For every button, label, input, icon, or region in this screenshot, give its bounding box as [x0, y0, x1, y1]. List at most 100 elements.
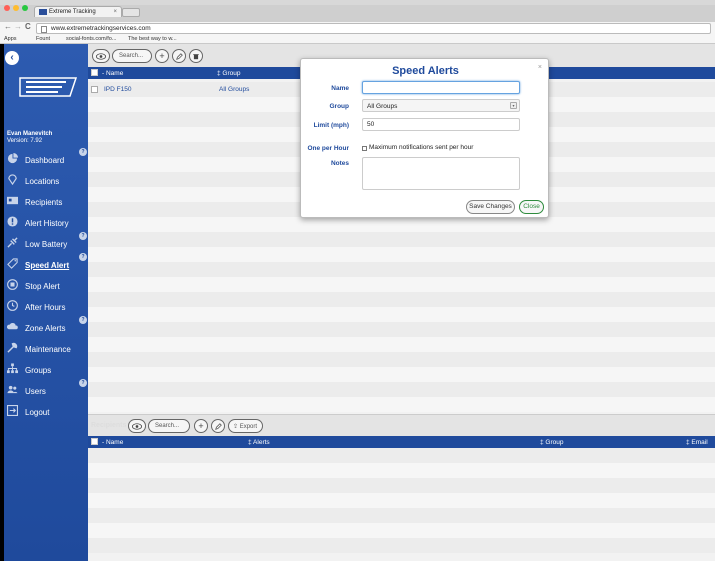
- export-button[interactable]: ⇪ Export: [228, 419, 263, 433]
- view-toggle-button[interactable]: [92, 49, 110, 63]
- empty-table-row: [88, 292, 715, 307]
- new-tab-button[interactable]: [122, 8, 140, 17]
- sidebar-item-label: Locations: [25, 177, 60, 186]
- sidebar-item-label: After Hours: [25, 303, 66, 312]
- empty-table-row: [88, 247, 715, 262]
- column-header-group[interactable]: ‡ Group: [217, 70, 241, 77]
- export-label: Export: [239, 424, 258, 430]
- edit-button[interactable]: [172, 49, 186, 63]
- search-input[interactable]: Search...: [112, 49, 152, 63]
- one-per-hour-checkbox[interactable]: [362, 146, 367, 151]
- row-checkbox[interactable]: [91, 86, 98, 93]
- recipients-edit-button[interactable]: [211, 419, 225, 433]
- column-header-name[interactable]: - Name: [102, 70, 123, 77]
- column-header-name[interactable]: - Name: [102, 439, 123, 446]
- address-bar[interactable]: www.extremetrackingservices.com: [36, 23, 711, 34]
- map-pin-icon: [8, 174, 17, 185]
- recipients-table-header: - Name ‡ Alerts ‡ Group ‡ Email: [88, 436, 715, 448]
- recipients-toolbar: Recipients Search... + ⇪ Export: [88, 414, 715, 436]
- sidebar-item-alert-history[interactable]: Alert History: [4, 214, 88, 232]
- recipients-title: Recipients: [91, 422, 127, 429]
- sidebar-item-groups[interactable]: Groups: [4, 361, 88, 379]
- sidebar-item-low-battery[interactable]: Low Battery: [4, 235, 88, 253]
- limit-field[interactable]: [362, 118, 520, 131]
- recipients-select-all-checkbox[interactable]: [91, 438, 98, 445]
- bookmark-apps[interactable]: Apps: [4, 36, 17, 42]
- sidebar-item-zone-alerts[interactable]: Zone Alerts: [4, 319, 88, 337]
- row-name: IPD F150: [104, 86, 132, 93]
- collapse-sidebar-button[interactable]: ‹: [5, 51, 19, 65]
- empty-table-row: [88, 523, 715, 538]
- reload-icon[interactable]: C: [25, 22, 31, 31]
- recipients-add-button[interactable]: +: [194, 419, 208, 433]
- column-header-alerts[interactable]: ‡ Alerts: [248, 439, 270, 446]
- delete-button[interactable]: [189, 49, 203, 63]
- sidebar-item-label: Users: [25, 387, 46, 396]
- recipients-view-toggle-button[interactable]: [128, 419, 146, 433]
- name-field[interactable]: [362, 81, 520, 94]
- one-per-hour-label: One per Hour: [307, 145, 349, 152]
- sidebar-item-label: Dashboard: [25, 156, 65, 165]
- sidebar-item-label: Stop Alert: [25, 282, 60, 291]
- eye-icon: [132, 423, 142, 430]
- sidebar-item-locations[interactable]: Locations: [4, 172, 88, 190]
- dialog-close-icon[interactable]: ×: [538, 64, 542, 71]
- bookmark-social-fonts[interactable]: social-fonts.com/fo...: [66, 36, 116, 42]
- one-per-hour-description: Maximum notifications sent per hour: [369, 144, 474, 151]
- plus-icon: +: [198, 421, 204, 431]
- sidebar-item-stop-alert[interactable]: Stop Alert: [4, 277, 88, 295]
- column-header-email[interactable]: ‡ Email: [686, 439, 708, 446]
- extreme-logo: [19, 77, 78, 97]
- empty-table-row: [88, 232, 715, 247]
- plus-icon: +: [159, 51, 165, 61]
- empty-table-row: [88, 538, 715, 553]
- notes-label: Notes: [330, 160, 349, 167]
- maximize-window-icon[interactable]: [22, 5, 28, 11]
- forward-arrow-icon[interactable]: →: [14, 22, 22, 31]
- sidebar-item-label: Low Battery: [25, 240, 68, 249]
- limit-label: Limit (mph): [313, 122, 349, 129]
- empty-table-row: [88, 352, 715, 367]
- tab-title: Extreme Tracking: [49, 9, 96, 15]
- sidebar-item-speed-alert[interactable]: Speed Alert: [4, 256, 88, 274]
- sidebar-item-logout[interactable]: Logout: [4, 403, 88, 421]
- plug-icon: [7, 237, 18, 248]
- org-chart-icon: [7, 363, 18, 374]
- tab-close-icon[interactable]: ×: [113, 9, 117, 15]
- users-badge: ?: [79, 379, 87, 387]
- dialog-title: Speed Alerts: [392, 65, 459, 77]
- browser-tab[interactable]: Extreme Tracking ×: [34, 6, 122, 17]
- eye-icon: [96, 53, 106, 60]
- low-battery-badge: ?: [79, 232, 87, 240]
- bookmark-best-way[interactable]: The best way to w...: [128, 36, 177, 42]
- column-header-group[interactable]: ‡ Group: [540, 439, 564, 446]
- empty-table-row: [88, 493, 715, 508]
- empty-table-row: [88, 478, 715, 493]
- sidebar-item-after-hours[interactable]: After Hours: [4, 298, 88, 316]
- empty-table-row: [88, 322, 715, 337]
- sidebar-item-label: Speed Alert: [25, 261, 70, 270]
- favicon-icon: [39, 9, 47, 15]
- cloud-icon: [7, 323, 18, 330]
- back-arrow-icon[interactable]: ←: [4, 22, 12, 31]
- group-select-value: All Groups: [367, 103, 398, 110]
- save-changes-button[interactable]: Save Changes: [466, 200, 515, 214]
- recipients-search-input[interactable]: Search...: [148, 419, 190, 433]
- close-window-icon[interactable]: [4, 5, 10, 11]
- select-all-checkbox[interactable]: [91, 69, 98, 76]
- add-button[interactable]: +: [155, 49, 169, 63]
- minimize-window-icon[interactable]: [13, 5, 19, 11]
- notes-textarea[interactable]: [362, 157, 520, 190]
- sidebar-item-dashboard[interactable]: Dashboard: [4, 151, 88, 169]
- close-button[interactable]: Close: [519, 200, 544, 214]
- sidebar-item-recipients[interactable]: Recipients: [4, 193, 88, 211]
- bookmark-fount[interactable]: Fount: [36, 36, 50, 42]
- sidebar-item-maintenance[interactable]: Maintenance: [4, 340, 88, 358]
- contact-card-icon: [7, 196, 18, 205]
- sidebar-item-users[interactable]: Users: [4, 382, 88, 400]
- group-select[interactable]: All Groups ▾: [362, 99, 520, 112]
- browser-chrome: Extreme Tracking × ← → C www.extremetrac…: [0, 0, 715, 44]
- row-group: All Groups: [219, 86, 250, 93]
- logout-icon: [7, 405, 18, 416]
- trash-icon: [193, 54, 199, 60]
